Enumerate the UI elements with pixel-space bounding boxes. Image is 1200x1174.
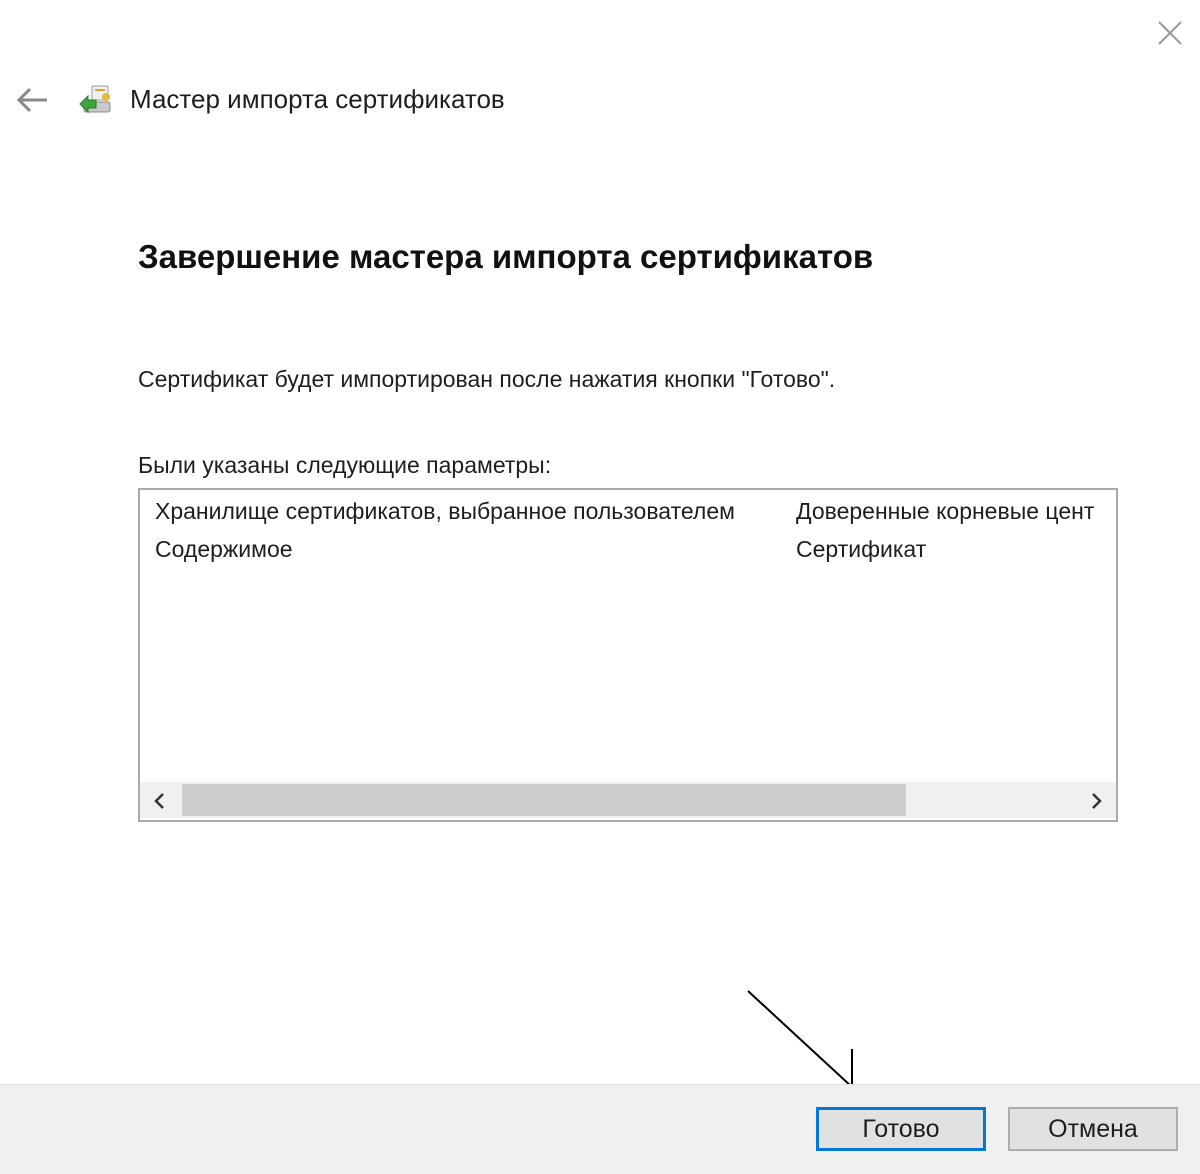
back-button[interactable]	[10, 80, 54, 120]
params-listview[interactable]: Хранилище сертификатов, выбранное пользо…	[138, 488, 1118, 822]
arrow-left-icon	[16, 87, 47, 113]
finish-button[interactable]: Готово	[816, 1107, 986, 1151]
param-name: Хранилище сертификатов, выбранное пользо…	[155, 498, 735, 524]
scroll-left-button[interactable]	[148, 790, 172, 812]
window-title: Мастер импорта сертификатов	[130, 84, 505, 114]
params-label: Были указаны следующие параметры:	[138, 452, 552, 478]
scroll-right-button[interactable]	[1084, 790, 1108, 812]
param-value: Доверенные корневые цент	[796, 498, 1095, 524]
chevron-left-icon	[154, 793, 164, 809]
params-row-store[interactable]: Хранилище сертификатов, выбранное пользо…	[140, 498, 1116, 534]
horizontal-scrollbar[interactable]	[140, 782, 1116, 818]
params-row-content[interactable]: Содержимое Сертификат	[140, 536, 1116, 572]
cancel-button[interactable]: Отмена	[1008, 1107, 1178, 1151]
close-button[interactable]	[1148, 12, 1192, 56]
chevron-right-icon	[1092, 793, 1102, 809]
param-name: Содержимое	[155, 536, 293, 562]
certificate-wizard-icon	[78, 80, 118, 120]
param-value: Сертификат	[796, 536, 927, 562]
close-icon	[1158, 21, 1182, 45]
annotation-arrow-icon	[747, 990, 853, 1088]
page-heading: Завершение мастера импорта сертификатов	[138, 238, 874, 275]
scrollbar-thumb[interactable]	[182, 784, 906, 816]
info-text: Сертификат будет импортирован после нажа…	[138, 366, 836, 392]
dialog-footer: Готово Отмена	[0, 1084, 1200, 1174]
